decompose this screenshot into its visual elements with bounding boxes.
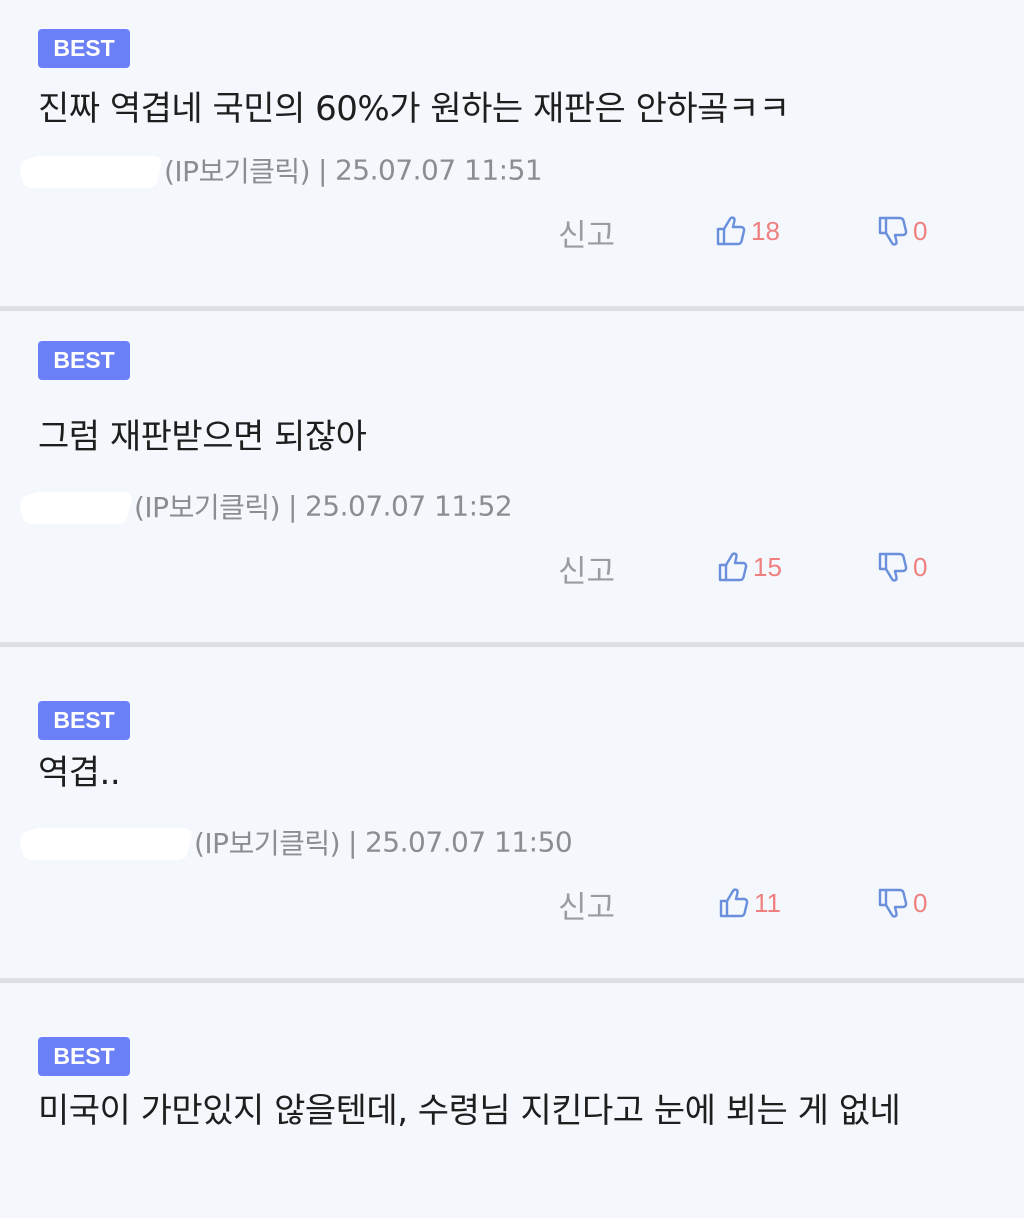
comment-item: BEST 그럼 재판받으면 되잖아 (IP보기클릭) | 25.07.07 11:5… [0,312,1024,642]
dislike-button[interactable]: 0 [877,214,927,258]
redacted-nickname [20,494,130,518]
comment-actions: 신고 18 0 [0,214,1024,258]
best-badge: BEST [38,701,130,740]
comment-item: BEST 미국이 가만있지 않을텐데, 수령님 지킨다고 눈에 뵈는 게 없네 [0,984,1024,1218]
comment-divider [0,306,1024,311]
comment-date: 25.07.07 11:52 [304,489,513,523]
like-count: 18 [751,215,780,246]
comment-meta: (IP보기클릭) | 25.07.07 11:50 [20,822,573,862]
meta-separator: | [288,489,297,523]
dislike-count: 0 [913,215,928,246]
comment-text: 미국이 가만있지 않을텐데, 수령님 지킨다고 눈에 뵈는 게 없네 [38,1091,901,1131]
comment-text: 역겹.. [38,753,121,793]
report-button[interactable]: 신고 [558,886,615,930]
thumbs-up-icon [718,552,748,582]
comment-text: 진짜 역겹네 국민의 60%가 원하는 재판은 안하곸ㅋㅋ [38,89,790,129]
dislike-count: 0 [913,551,928,582]
thumbs-down-icon [878,216,908,246]
dislike-button[interactable]: 0 [877,550,927,594]
thumbs-up-icon [716,216,746,246]
comment-meta: (IP보기클릭) | 25.07.07 11:52 [20,486,513,526]
best-badge: BEST [38,1037,130,1076]
best-badge: BEST [38,341,130,380]
redacted-nickname [20,158,160,182]
meta-separator: | [348,825,357,859]
comment-text: 그럼 재판받으면 되잖아 [38,417,367,457]
comment-divider [0,642,1024,647]
ip-view-link[interactable]: (IP보기클릭) [134,491,281,524]
comment-actions: 신고 15 0 [0,550,1024,594]
like-button[interactable]: 15 [717,550,782,594]
comment-actions: 신고 11 0 [0,886,1024,930]
comment-date: 25.07.07 11:50 [364,825,573,859]
best-badge: BEST [38,29,130,68]
like-count: 15 [753,551,782,582]
like-count: 11 [754,887,781,918]
dislike-button[interactable]: 0 [877,886,927,930]
comment-item: BEST 진짜 역겹네 국민의 60%가 원하는 재판은 안하곸ㅋㅋ (IP보기… [0,0,1024,306]
meta-separator: | [318,153,327,187]
like-button[interactable]: 11 [718,886,781,930]
redacted-nickname [20,830,190,854]
ip-view-link[interactable]: (IP보기클릭) [164,155,311,188]
comment-divider [0,978,1024,983]
comment-meta: (IP보기클릭) | 25.07.07 11:51 [20,150,543,190]
like-button[interactable]: 18 [715,214,780,258]
ip-view-link[interactable]: (IP보기클릭) [194,827,341,860]
thumbs-down-icon [878,888,908,918]
thumbs-up-icon [719,888,749,918]
thumbs-down-icon [878,552,908,582]
report-button[interactable]: 신고 [558,550,615,594]
report-button[interactable]: 신고 [558,214,615,258]
comment-date: 25.07.07 11:51 [334,153,543,187]
dislike-count: 0 [913,887,928,918]
comment-item: BEST 역겹.. (IP보기클릭) | 25.07.07 11:50 신고 11 … [0,648,1024,978]
